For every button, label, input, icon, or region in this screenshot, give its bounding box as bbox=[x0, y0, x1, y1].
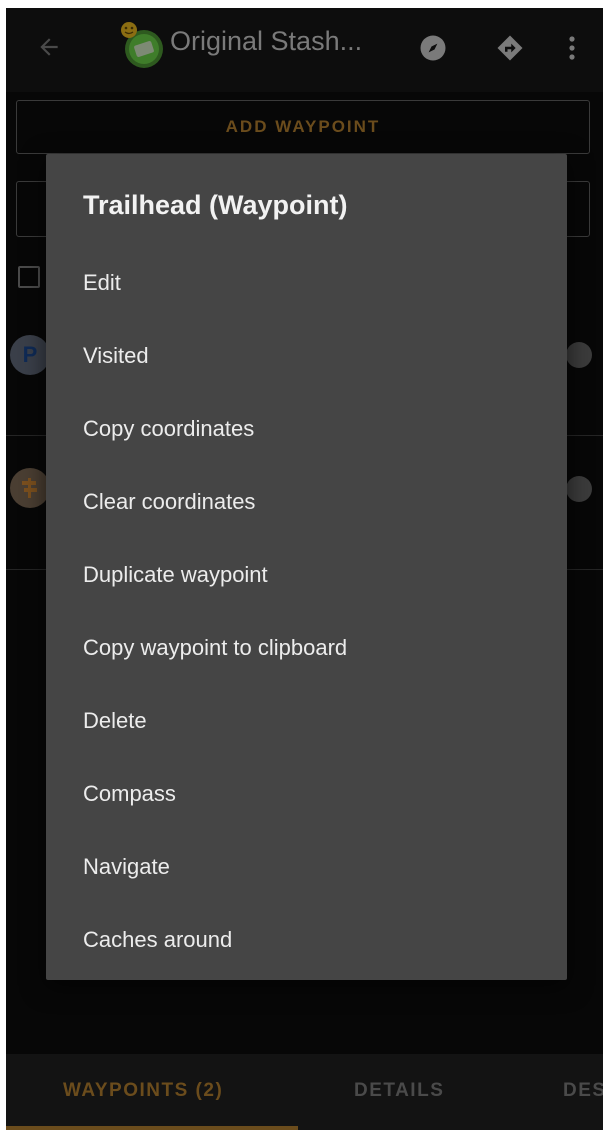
menu-item-visited[interactable]: Visited bbox=[46, 319, 567, 392]
select-all-checkbox[interactable] bbox=[18, 266, 40, 288]
menu-item-compass[interactable]: Compass bbox=[46, 757, 567, 830]
waypoint-expand-icon[interactable] bbox=[566, 476, 592, 502]
menu-item-copy-to-clipboard[interactable]: Copy waypoint to clipboard bbox=[46, 611, 567, 684]
cache-title: Original Stash... bbox=[170, 26, 363, 56]
tab-description[interactable]: DES bbox=[563, 1080, 603, 1102]
waypoint-context-menu: Trailhead (Waypoint) Edit Visited Copy c… bbox=[46, 154, 567, 980]
app-bar: Original Stash... bbox=[6, 8, 603, 92]
dialog-title: Trailhead (Waypoint) bbox=[83, 190, 348, 220]
menu-item-caches-around[interactable]: Caches around bbox=[46, 903, 567, 976]
menu-item-delete[interactable]: Delete bbox=[46, 684, 567, 757]
waypoint-expand-icon[interactable] bbox=[566, 342, 592, 368]
menu-item-edit[interactable]: Edit bbox=[46, 246, 567, 319]
menu-item-clear-coordinates[interactable]: Clear coordinates bbox=[46, 465, 567, 538]
add-waypoint-button[interactable]: ADD WAYPOINT bbox=[16, 100, 590, 154]
menu-item-navigate[interactable]: Navigate bbox=[46, 830, 567, 903]
tab-waypoints[interactable]: WAYPOINTS (2) bbox=[63, 1080, 223, 1102]
geocache-icon bbox=[116, 20, 168, 72]
trailhead-waypoint-icon bbox=[10, 468, 50, 508]
parking-waypoint-icon: P bbox=[10, 335, 50, 375]
more-vert-icon[interactable] bbox=[555, 30, 589, 66]
tab-details[interactable]: DETAILS bbox=[354, 1080, 444, 1102]
tab-indicator bbox=[6, 1126, 298, 1130]
back-arrow-icon[interactable] bbox=[32, 30, 66, 64]
menu-item-copy-coordinates[interactable]: Copy coordinates bbox=[46, 392, 567, 465]
app-screen: Original Stash... ADD WAYPOINT P WAYPOIN… bbox=[6, 8, 603, 1130]
compass-icon[interactable] bbox=[415, 30, 451, 66]
menu-item-duplicate-waypoint[interactable]: Duplicate waypoint bbox=[46, 538, 567, 611]
tab-bar: WAYPOINTS (2) DETAILS DES bbox=[6, 1054, 603, 1130]
navigate-icon[interactable] bbox=[492, 30, 528, 66]
